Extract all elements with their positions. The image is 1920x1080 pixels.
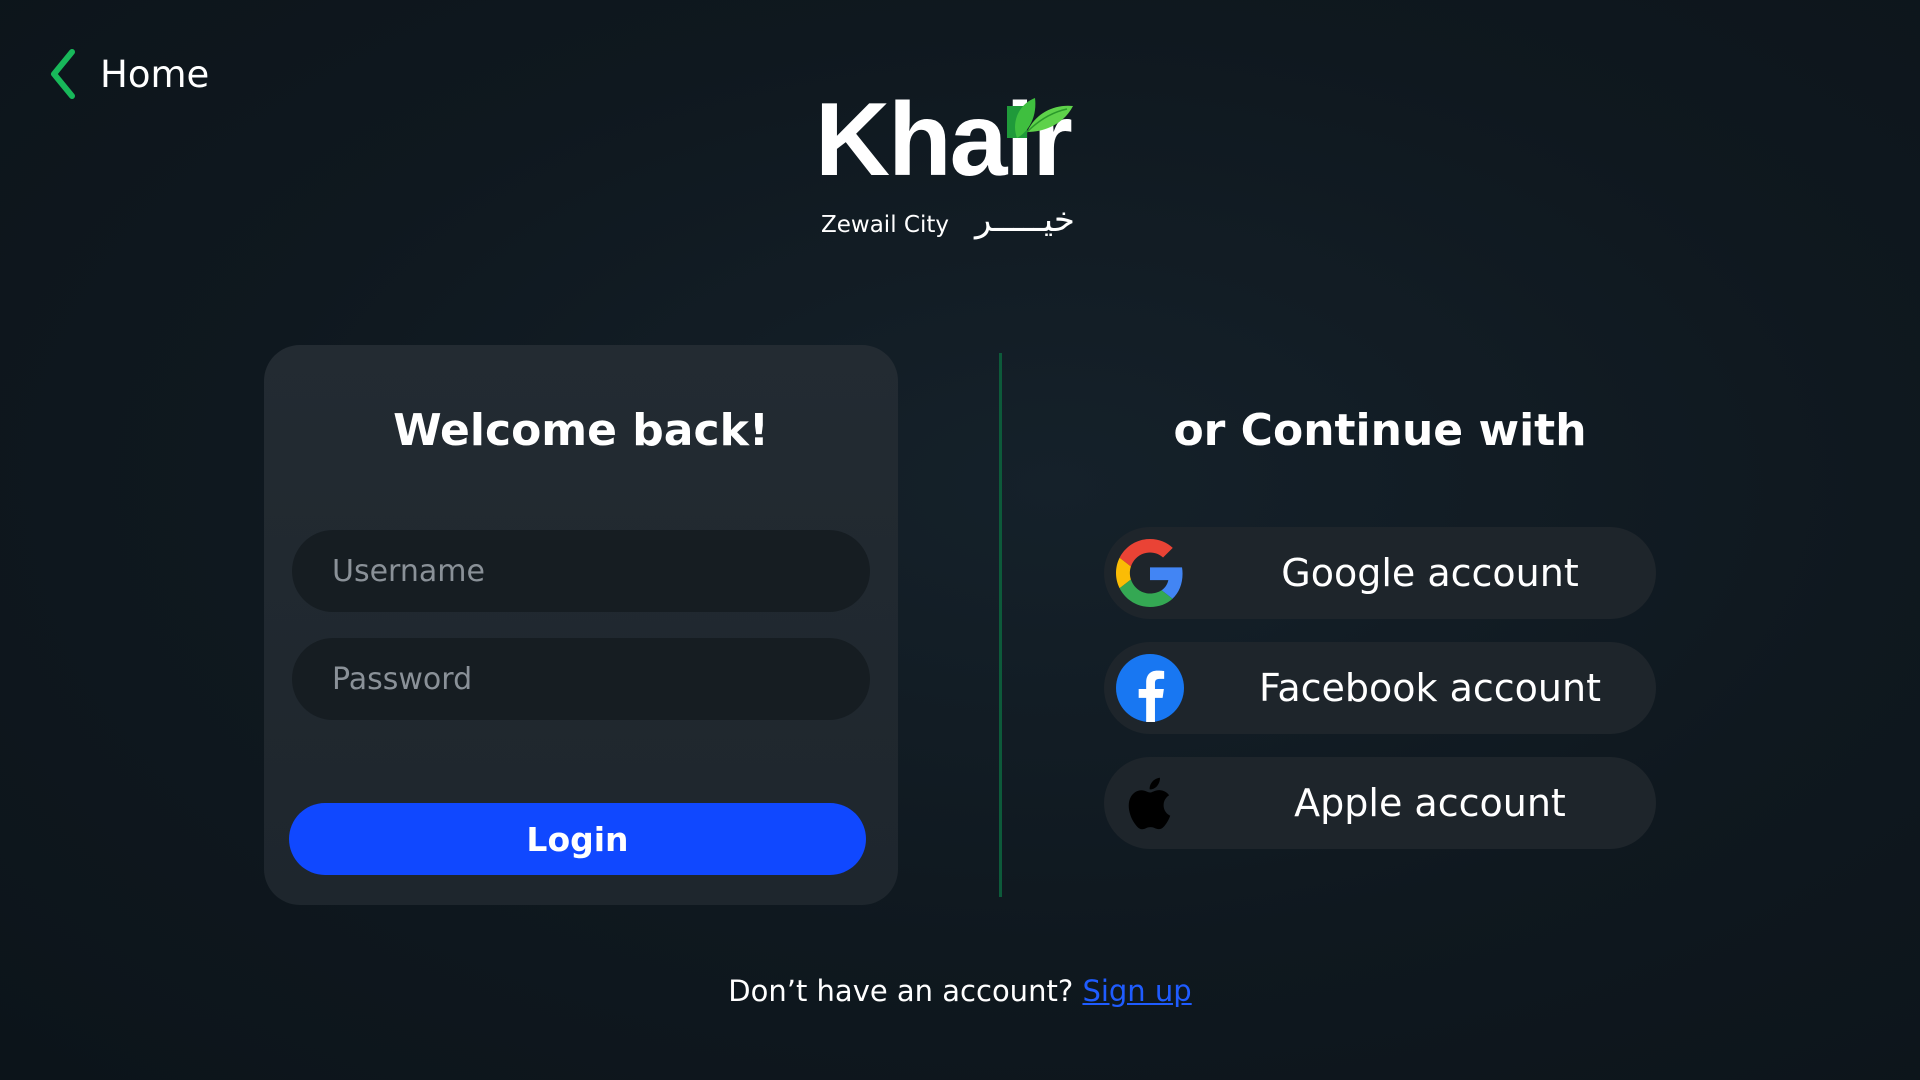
khair-logo: Khair Zewail City خيـــــر	[815, 88, 1115, 248]
vertical-divider	[999, 353, 1002, 897]
facebook-icon	[1116, 654, 1184, 722]
apple-label: Apple account	[1294, 781, 1566, 825]
logo-subtitle: Zewail City	[821, 212, 949, 238]
google-icon	[1116, 539, 1184, 607]
back-home-label: Home	[100, 52, 210, 96]
password-input[interactable]	[292, 638, 870, 720]
facebook-login-button[interactable]: Facebook account	[1104, 642, 1656, 734]
login-card: Welcome back! Login	[264, 345, 898, 905]
social-title: or Continue with	[1173, 405, 1587, 456]
google-label: Google account	[1281, 551, 1579, 595]
leaf-icon	[1007, 92, 1077, 146]
signup-link[interactable]: Sign up	[1082, 974, 1191, 1008]
back-home-link[interactable]: Home	[48, 48, 209, 100]
google-login-button[interactable]: Google account	[1104, 527, 1656, 619]
chevron-left-icon	[48, 48, 78, 100]
username-input[interactable]	[292, 530, 870, 612]
signup-prompt: Don’t have an account?	[728, 974, 1074, 1008]
logo-arabic: خيـــــر	[975, 200, 1075, 240]
signup-prompt-row: Don’t have an account? Sign up	[0, 974, 1920, 1008]
login-title: Welcome back!	[393, 405, 769, 456]
apple-icon	[1116, 769, 1184, 837]
facebook-label: Facebook account	[1258, 666, 1602, 710]
login-button[interactable]: Login	[289, 803, 866, 875]
apple-login-button[interactable]: Apple account	[1104, 757, 1656, 849]
